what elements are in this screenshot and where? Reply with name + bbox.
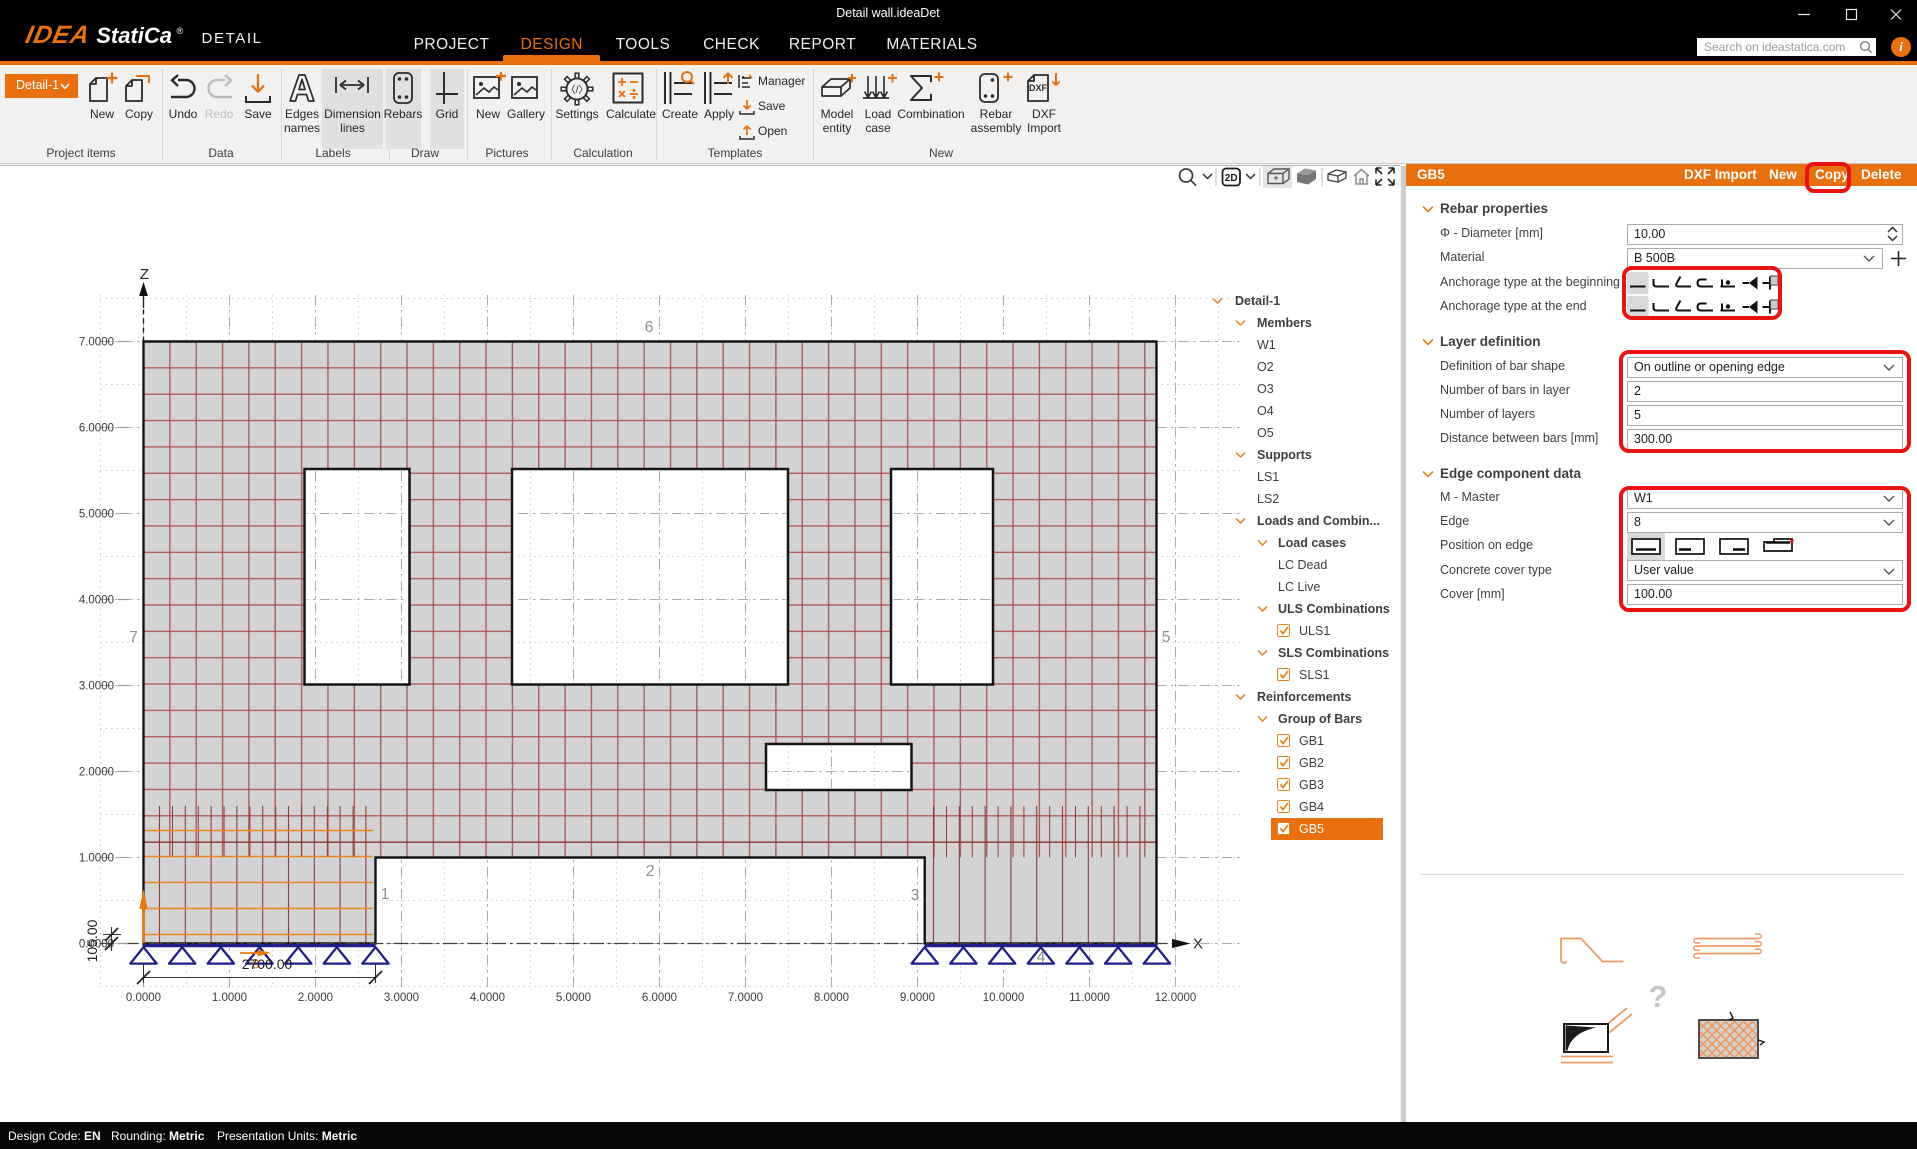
svg-text:0.0000: 0.0000 [126, 992, 161, 1004]
svg-text:5.0000: 5.0000 [556, 992, 591, 1004]
svg-text:4.0000: 4.0000 [79, 595, 114, 607]
svg-text:DXF: DXF [1029, 83, 1048, 93]
svg-text:2700.00: 2700.00 [242, 956, 293, 972]
svg-text:6.0000: 6.0000 [642, 992, 677, 1004]
svg-text:3.0000: 3.0000 [79, 681, 114, 693]
svg-text:7: 7 [129, 629, 138, 646]
svg-text:8.0000: 8.0000 [814, 992, 849, 1004]
svg-text:5.0000: 5.0000 [79, 509, 114, 521]
svg-text:4: 4 [1037, 949, 1046, 966]
svg-text:1.0000: 1.0000 [79, 853, 114, 865]
svg-text:3: 3 [911, 887, 920, 904]
svg-text:1: 1 [381, 886, 390, 903]
svg-text:5: 5 [1162, 629, 1171, 646]
svg-text:X: X [1193, 936, 1203, 953]
svg-text:6: 6 [645, 319, 654, 336]
svg-text:7.0000: 7.0000 [728, 992, 763, 1004]
svg-text:10.0000: 10.0000 [983, 992, 1025, 1004]
svg-text:7.0000: 7.0000 [79, 337, 114, 349]
svg-text:2D: 2D [1225, 173, 1238, 184]
svg-text:2.0000: 2.0000 [298, 992, 333, 1004]
svg-text:〈/〉: 〈/〉 [566, 84, 589, 96]
svg-text:6.0000: 6.0000 [79, 423, 114, 435]
svg-text:9.0000: 9.0000 [900, 992, 935, 1004]
svg-text:3.0000: 3.0000 [384, 992, 419, 1004]
svg-text:1.0000: 1.0000 [212, 992, 247, 1004]
svg-text:2.0000: 2.0000 [79, 767, 114, 779]
svg-text:105.00: 105.00 [84, 919, 100, 962]
svg-text:12.0000: 12.0000 [1155, 992, 1197, 1004]
svg-text:2: 2 [646, 863, 655, 880]
svg-text:?: ? [1649, 979, 1668, 1014]
svg-text:4.0000: 4.0000 [470, 992, 505, 1004]
svg-text:Z: Z [140, 266, 149, 283]
svg-text:11.0000: 11.0000 [1069, 992, 1110, 1004]
